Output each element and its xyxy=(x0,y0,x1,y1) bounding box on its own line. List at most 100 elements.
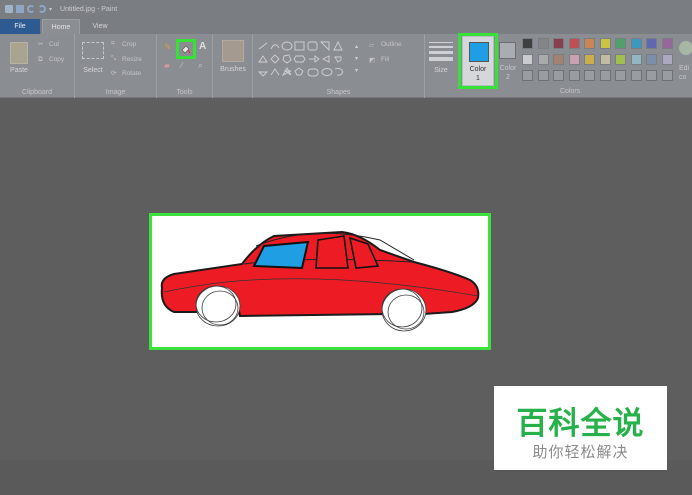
quick-access-toolbar: ▾ xyxy=(0,5,52,13)
cut-icon: ✂ xyxy=(38,41,44,48)
colors-group-label: Colors xyxy=(560,88,581,95)
palette-swatch[interactable] xyxy=(646,54,657,65)
outline-icon: ▱ xyxy=(369,42,374,49)
fill-button[interactable]: Fill xyxy=(381,56,389,63)
palette-swatch[interactable] xyxy=(630,54,642,65)
edit-colors-icon xyxy=(679,41,692,55)
palette-swatch-empty[interactable] xyxy=(599,70,611,81)
ribbon: Paste ✂ Cut ⧉ Copy Clipboard Select ⌗ Cr… xyxy=(0,33,692,98)
color-palette xyxy=(522,38,678,86)
palette-swatch[interactable] xyxy=(537,54,549,65)
palette-swatch[interactable] xyxy=(522,38,533,49)
paste-button[interactable]: Paste xyxy=(6,67,32,74)
fill-icon: ◩ xyxy=(369,57,376,64)
tab-view[interactable]: View xyxy=(82,19,118,34)
shapes-group: ▴ ▾ ▾ ▱ Outline ◩ Fill Shapes xyxy=(253,34,425,98)
outline-button[interactable]: Outline xyxy=(381,41,402,48)
palette-swatch[interactable] xyxy=(661,54,673,65)
shapes-group-label: Shapes xyxy=(326,89,351,96)
color2-number: 2 xyxy=(506,74,510,81)
palette-swatch[interactable] xyxy=(599,38,611,49)
edit-colors-label-2: co xyxy=(679,74,687,81)
palette-swatch[interactable] xyxy=(615,38,626,49)
save-icon[interactable] xyxy=(16,5,24,13)
size-control[interactable]: Size xyxy=(427,38,455,82)
color2-swatch xyxy=(499,42,516,59)
color2-button[interactable]: Color 2 xyxy=(498,38,518,84)
select-icon[interactable] xyxy=(82,42,104,59)
text-tool-icon[interactable]: A xyxy=(199,41,206,52)
palette-swatch-empty[interactable] xyxy=(553,70,564,81)
palette-swatch[interactable] xyxy=(568,38,580,49)
customize-toolbar-icon[interactable]: ▾ xyxy=(49,6,52,13)
resize-icon: ⤡ xyxy=(111,55,117,62)
palette-swatch[interactable] xyxy=(599,54,611,65)
brushes-icon[interactable] xyxy=(222,40,244,62)
palette-swatch-empty[interactable] xyxy=(522,70,533,81)
cut-button[interactable]: Cut xyxy=(49,41,59,48)
color2-label: Color xyxy=(499,65,517,72)
edit-colors-button[interactable]: Edi co xyxy=(677,38,692,84)
eraser-icon[interactable]: ▰ xyxy=(164,61,170,70)
palette-swatch[interactable] xyxy=(568,54,580,65)
window-title: Untitled.jpg - Paint xyxy=(60,5,118,13)
brushes-group: Brushes xyxy=(213,34,253,98)
brushes-button[interactable]: Brushes xyxy=(213,66,253,73)
copy-icon: ⧉ xyxy=(38,56,43,63)
palette-swatch-empty[interactable] xyxy=(537,70,549,81)
resize-button[interactable]: Resize xyxy=(122,56,142,63)
palette-swatch[interactable] xyxy=(522,54,533,65)
palette-swatch[interactable] xyxy=(537,38,549,49)
palette-swatch-empty[interactable] xyxy=(661,70,673,81)
title-bar: ▾ Untitled.jpg - Paint xyxy=(0,0,692,18)
palette-swatch[interactable] xyxy=(584,54,595,65)
shapes-gallery[interactable]: ▴ ▾ ▾ xyxy=(257,40,363,84)
size-icon xyxy=(429,42,453,61)
palette-swatch[interactable] xyxy=(661,38,673,49)
crop-button[interactable]: Crop xyxy=(122,41,136,48)
watermark: 百科全说 助你轻松解决 xyxy=(494,386,667,470)
palette-swatch[interactable] xyxy=(615,54,626,65)
redo-icon[interactable] xyxy=(38,5,46,13)
magnifier-icon[interactable]: ⌕ xyxy=(198,60,203,71)
car-drawing xyxy=(160,230,480,332)
color1-highlight xyxy=(458,33,498,89)
tab-home[interactable]: Home xyxy=(42,19,80,34)
image-group-label: Image xyxy=(105,89,126,96)
palette-swatch-empty[interactable] xyxy=(615,70,626,81)
palette-swatch[interactable] xyxy=(630,38,642,49)
palette-swatch[interactable] xyxy=(646,38,657,49)
palette-swatch-empty[interactable] xyxy=(646,70,657,81)
rotate-icon: ⟳ xyxy=(111,70,117,77)
watermark-subtitle: 助你轻松解决 xyxy=(532,444,629,461)
tools-group-label: Tools xyxy=(176,89,193,96)
ribbon-tabs: File Home View xyxy=(0,18,692,34)
drawing-canvas[interactable] xyxy=(149,213,491,350)
clipboard-group-label: Clipboard xyxy=(22,89,52,96)
fill-tool-highlight xyxy=(176,39,196,59)
crop-icon: ⌗ xyxy=(111,40,115,47)
color-picker-icon[interactable]: ⁄ xyxy=(181,61,182,70)
tab-file[interactable]: File xyxy=(0,19,40,34)
palette-swatch[interactable] xyxy=(553,38,564,49)
undo-icon[interactable] xyxy=(27,5,35,13)
palette-swatch-empty[interactable] xyxy=(568,70,580,81)
palette-swatch-empty[interactable] xyxy=(630,70,642,81)
pencil-icon[interactable]: ✎ xyxy=(164,42,172,53)
paint-window: ▾ Untitled.jpg - Paint File Home View Pa… xyxy=(0,0,692,495)
palette-swatch[interactable] xyxy=(584,38,595,49)
paste-icon[interactable] xyxy=(10,42,28,64)
svg-text:▴: ▴ xyxy=(355,44,358,50)
rotate-button[interactable]: Rotate xyxy=(122,70,141,77)
size-label: Size xyxy=(434,67,448,74)
select-button[interactable]: Select xyxy=(77,67,109,74)
paint-app-icon xyxy=(5,5,13,13)
edit-colors-label: Edi xyxy=(679,65,690,72)
svg-text:▾: ▾ xyxy=(355,56,358,62)
watermark-title: 百科全说 xyxy=(516,406,645,441)
palette-swatch-empty[interactable] xyxy=(584,70,595,81)
clipboard-group: Paste ✂ Cut ⧉ Copy Clipboard xyxy=(0,34,75,98)
copy-button[interactable]: Copy xyxy=(49,56,64,63)
palette-swatch[interactable] xyxy=(553,54,564,65)
image-group: Select ⌗ Crop ⤡ Resize ⟳ Rotate Image xyxy=(75,34,157,98)
